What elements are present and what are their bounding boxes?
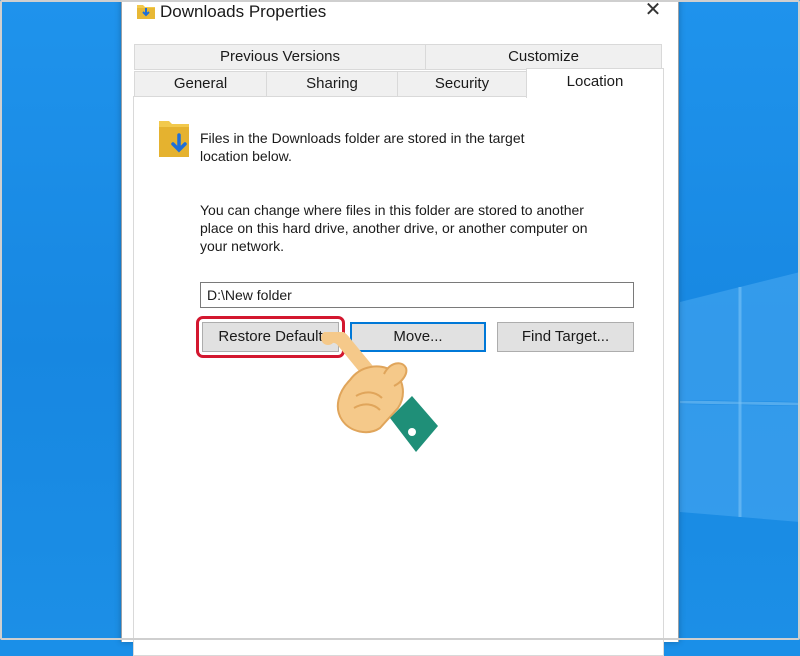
info-line-1: Files in the Downloads folder are stored… — [200, 130, 525, 146]
tab-sharing[interactable]: Sharing — [266, 71, 398, 97]
tab-security[interactable]: Security — [397, 71, 527, 97]
find-target-button[interactable]: Find Target... — [497, 322, 634, 352]
tab-location[interactable]: Location — [526, 68, 664, 98]
pointing-hand-icon — [321, 332, 438, 452]
description-line-3: your network. — [200, 238, 285, 254]
windows-logo — [680, 272, 800, 522]
properties-dialog: Downloads Properties ✕ Previous Versions… — [121, 0, 679, 656]
tab-previous-versions[interactable]: Previous Versions — [134, 44, 426, 70]
description-line-2: place on this hard drive, another drive,… — [200, 220, 588, 236]
window-title: Downloads Properties — [160, 2, 327, 21]
downloads-folder-icon — [137, 5, 155, 19]
title-bar: Downloads Properties ✕ — [122, 0, 678, 28]
tab-general[interactable]: General — [134, 71, 267, 97]
description-line-1: You can change where files in this folde… — [200, 202, 584, 218]
close-button[interactable]: ✕ — [642, 0, 664, 22]
restore-default-button[interactable]: Restore Default — [202, 322, 339, 352]
downloads-folder-icon — [159, 121, 189, 157]
target-path-input[interactable] — [200, 282, 634, 308]
info-line-2: location below. — [200, 148, 292, 164]
tab-customize[interactable]: Customize — [425, 44, 662, 70]
